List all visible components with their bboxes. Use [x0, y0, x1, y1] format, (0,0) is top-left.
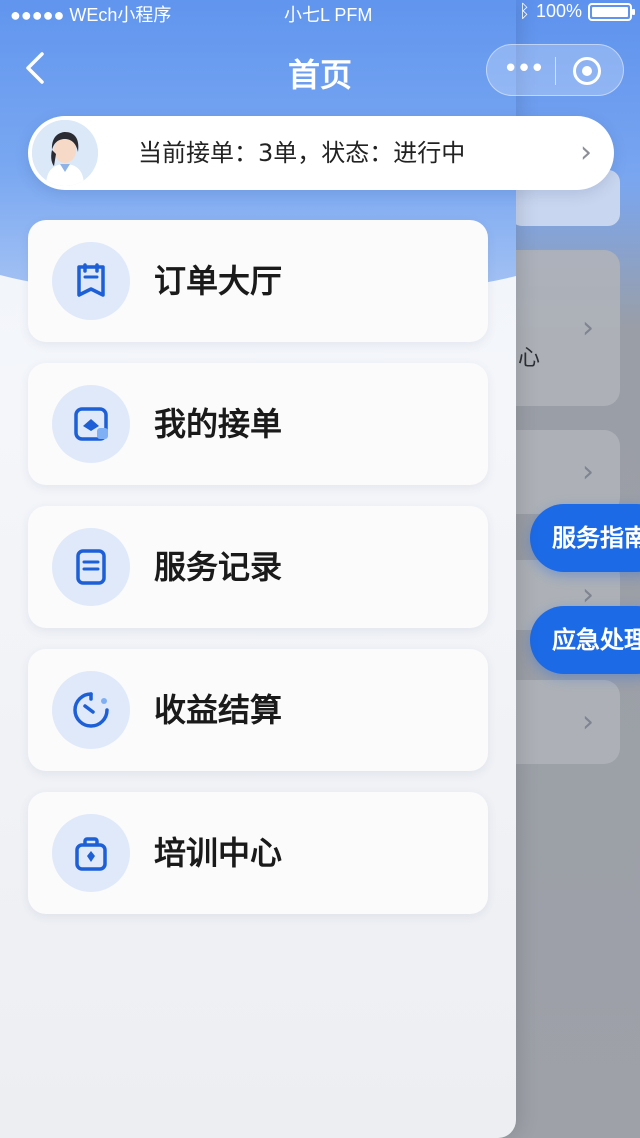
- close-target-icon[interactable]: [573, 57, 601, 85]
- chevron-right-icon: ›: [582, 310, 594, 346]
- menu-item-order-hall[interactable]: 订单大厅: [28, 220, 488, 342]
- background-text-fragment: 心: [518, 346, 541, 371]
- menu-item-training[interactable]: 培训中心: [28, 792, 488, 914]
- mini-program-capsule: •••: [486, 44, 624, 96]
- carrier-label: ●●●●● WEch小程序: [10, 5, 172, 25]
- chevron-right-icon: ›: [582, 704, 594, 740]
- service-guide-button[interactable]: 服务指南: [530, 504, 640, 572]
- menu-label: 订单大厅: [154, 262, 283, 300]
- avatar: [32, 120, 98, 186]
- my-orders-icon: [52, 385, 130, 463]
- order-status-bar[interactable]: 当前接单：3单，状态：进行中 ›: [28, 116, 614, 190]
- more-icon[interactable]: •••: [503, 56, 545, 85]
- bluetooth-icon: ᛒ: [519, 1, 530, 21]
- menu-label: 培训中心: [154, 834, 283, 872]
- status-right: ᛒ 100%: [519, 1, 635, 22]
- order-hall-icon: [52, 242, 130, 320]
- menu-item-my-orders[interactable]: 我的接单: [28, 363, 488, 485]
- chevron-right-icon: ›: [582, 454, 594, 490]
- menu-label: 服务记录: [154, 548, 283, 586]
- earnings-icon: [52, 671, 130, 749]
- menu-item-service-record[interactable]: 服务记录: [28, 506, 488, 628]
- battery-percentage: 100%: [535, 1, 582, 21]
- order-status-text: 当前接单：3单，状态：进行中: [138, 139, 466, 167]
- menu-label: 收益结算: [154, 691, 283, 729]
- menu-label: 我的接单: [154, 405, 283, 443]
- battery-icon: [588, 2, 635, 21]
- service-record-icon: [52, 528, 130, 606]
- capsule-divider: [555, 57, 556, 85]
- training-icon: [52, 814, 130, 892]
- status-bar: ●●●●● WEch小程序 小七L PFM ᛒ 100%: [0, 0, 640, 26]
- status-center-label: 小七L PFM: [284, 5, 373, 25]
- menu-item-earnings[interactable]: 收益结算: [28, 649, 488, 771]
- emergency-button[interactable]: 应急处理: [530, 606, 640, 674]
- chevron-right-icon: ›: [580, 135, 592, 170]
